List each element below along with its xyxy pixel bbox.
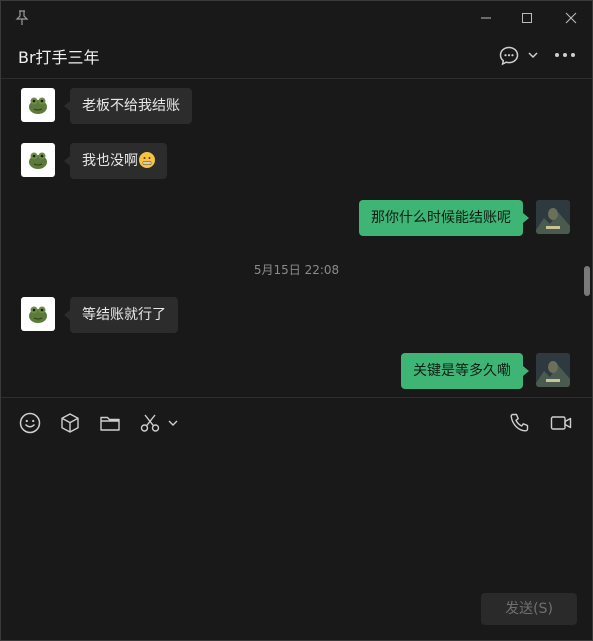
message-incoming: 老板不给我结账 (1, 88, 301, 124)
close-icon (565, 12, 577, 24)
chat-window: Br打手三年 老板不给我结账 我也没啊 那你什么时候能结账呢 5月15日 22:… (0, 0, 593, 641)
video-icon[interactable] (549, 411, 573, 435)
pin-icon[interactable] (15, 10, 29, 26)
composer-toolbar (1, 397, 592, 447)
message-incoming: 我也没啊 (1, 143, 301, 179)
bubble-tail (523, 213, 529, 223)
emoji-icon[interactable] (18, 411, 42, 435)
bubble-tail (523, 366, 529, 376)
message-outgoing: 关键是等多久嘞 (301, 353, 592, 389)
more-icon[interactable] (553, 50, 577, 60)
message-timestamp: 5月15日 22:08 (253, 263, 340, 277)
folder-icon[interactable] (98, 411, 122, 435)
chat-bubble-icon[interactable] (498, 45, 520, 67)
grimace-emoji-icon (139, 152, 155, 168)
maximize-icon (522, 13, 532, 23)
minimize-icon (481, 17, 491, 19)
message-bubble[interactable]: 老板不给我结账 (70, 88, 192, 124)
profile-picture-icon (536, 200, 570, 234)
box-icon[interactable] (58, 411, 82, 435)
frog-icon (29, 306, 47, 323)
frog-icon (29, 97, 47, 114)
avatar[interactable] (21, 297, 55, 331)
avatar[interactable] (536, 200, 570, 234)
message-bubble[interactable]: 那你什么时候能结账呢 (359, 200, 523, 236)
message-incoming: 等结账就行了 (1, 297, 301, 333)
message-input[interactable] (1, 447, 592, 587)
phone-icon[interactable] (508, 411, 532, 435)
title-bar (1, 1, 592, 35)
message-outgoing: 那你什么时候能结账呢 (301, 200, 592, 236)
message-text: 我也没啊 (82, 153, 138, 169)
maximize-button[interactable] (516, 7, 538, 29)
message-bubble[interactable]: 我也没啊 (70, 143, 167, 179)
chevron-down-icon[interactable] (166, 411, 180, 435)
chat-header: Br打手三年 (1, 35, 592, 79)
send-button[interactable]: 发送(S) (481, 593, 577, 625)
minimize-button[interactable] (475, 7, 497, 29)
profile-picture-icon (536, 353, 570, 387)
scissors-icon[interactable] (138, 411, 162, 435)
chat-title[interactable]: Br打手三年 (18, 44, 100, 68)
close-button[interactable] (560, 7, 582, 29)
chevron-down-icon[interactable] (527, 50, 539, 60)
scrollbar[interactable] (584, 266, 590, 296)
avatar[interactable] (536, 353, 570, 387)
message-list[interactable]: 老板不给我结账 我也没啊 那你什么时候能结账呢 5月15日 22:08 等结账就… (1, 80, 592, 397)
avatar[interactable] (21, 88, 55, 122)
frog-icon (29, 152, 47, 169)
message-bubble[interactable]: 等结账就行了 (70, 297, 178, 333)
avatar[interactable] (21, 143, 55, 177)
message-bubble[interactable]: 关键是等多久嘞 (401, 353, 523, 389)
